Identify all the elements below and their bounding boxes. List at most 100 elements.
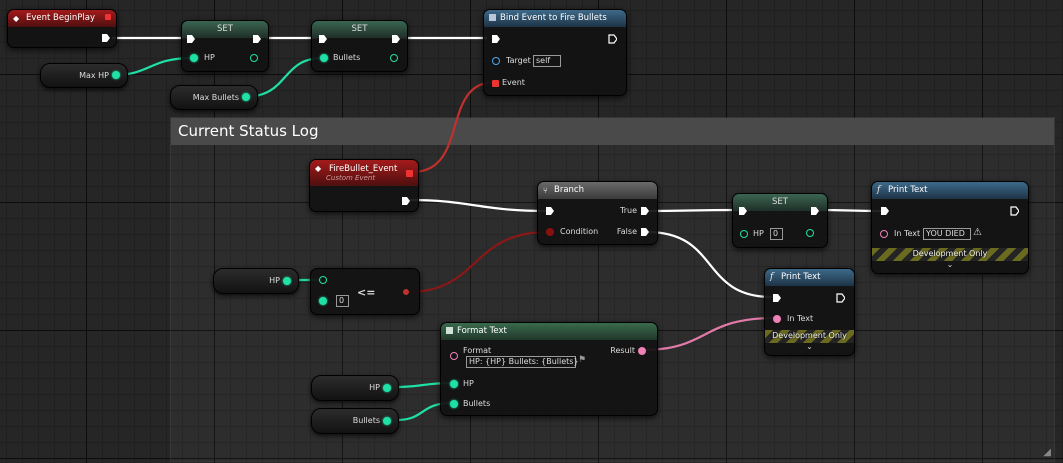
float-out-pin[interactable] — [390, 54, 398, 62]
pin-label: In Text — [787, 314, 814, 323]
exec-in-pin[interactable] — [186, 34, 195, 44]
node-title: Bind Event to Fire Bullets — [500, 13, 607, 23]
pin-label: Bullets — [333, 53, 361, 62]
exec-out-pin[interactable] — [391, 34, 400, 44]
format-text-node[interactable]: Format Text Format HP: {HP} Bullets: {Bu… — [440, 322, 658, 416]
variable-label: HP — [369, 383, 380, 392]
hp-getter-node[interactable]: HP — [213, 268, 299, 294]
print-text-node-status[interactable]: f Print Text In Text Development Only ⌄ — [764, 268, 855, 356]
hp-getter-node-2[interactable]: HP — [311, 375, 399, 401]
target-value-field[interactable]: self — [533, 55, 561, 67]
node-title: Branch — [554, 185, 584, 195]
exec-out-pin[interactable] — [101, 33, 110, 43]
pin-label: Format — [463, 346, 492, 355]
delegate-out-pin[interactable] — [406, 170, 413, 177]
node-header: Format Text — [441, 323, 657, 340]
dev-only-label: Development Only — [772, 331, 847, 340]
bool-out-pin[interactable] — [403, 289, 409, 295]
pin-label: Target — [506, 56, 531, 65]
node-title: Event BeginPlay — [26, 13, 95, 23]
node-header: Bind Event to Fire Bullets — [484, 10, 626, 27]
target-pin[interactable] — [492, 57, 500, 65]
hp-in-pin[interactable] — [450, 380, 458, 388]
operator-label: <= — [357, 286, 376, 299]
delegate-in-pin[interactable] — [492, 80, 499, 87]
exec-out-pin[interactable] — [401, 196, 410, 206]
event-beginplay-node[interactable]: ◆ Event BeginPlay — [7, 9, 117, 48]
format-string-field[interactable]: HP: {HP} Bullets: {Bullets} — [466, 356, 579, 368]
float-in-pin[interactable] — [740, 230, 748, 238]
float-in-pin-b[interactable] — [319, 297, 327, 305]
format-in-pin[interactable] — [450, 352, 458, 360]
function-icon — [446, 327, 453, 334]
expand-chevron-icon[interactable]: ⌄ — [765, 342, 854, 351]
print-text-node-died[interactable]: f Print Text In Text YOU DIED ⚠ Developm… — [871, 181, 1029, 274]
float-in-pin[interactable] — [190, 54, 198, 62]
pin-label: Result — [610, 346, 635, 355]
float-out-pin[interactable] — [112, 71, 120, 79]
max-hp-getter-node[interactable]: Max HP — [40, 63, 128, 88]
exec-in-pin[interactable] — [880, 206, 889, 216]
exec-in-pin[interactable] — [738, 206, 747, 216]
bool-wire — [407, 230, 549, 294]
string-wire — [641, 316, 776, 352]
float-in-pin[interactable] — [320, 54, 328, 62]
bullets-getter-node[interactable]: Bullets — [311, 408, 399, 434]
delegate-pin[interactable] — [105, 14, 111, 20]
set-hp-zero-node[interactable]: SET HP 0 — [732, 193, 828, 248]
result-out-pin[interactable] — [638, 347, 646, 355]
float-out-pin[interactable] — [250, 54, 258, 62]
float-out-pin[interactable] — [383, 384, 391, 392]
node-header: f Print Text — [872, 182, 1028, 199]
exec-true-pin[interactable] — [640, 206, 649, 216]
in-text-field[interactable]: YOU DIED — [923, 228, 971, 240]
node-title: Print Text — [781, 272, 821, 282]
set-bullets-node[interactable]: SET Bullets — [311, 20, 408, 72]
branch-icon: ⑂ — [543, 186, 548, 195]
exec-false-pin[interactable] — [640, 227, 649, 237]
node-title: Format Text — [457, 326, 507, 336]
set-hp-node[interactable]: SET HP — [181, 20, 269, 72]
pin-label: Condition — [560, 227, 599, 236]
exec-in-pin[interactable] — [772, 293, 781, 303]
node-header: ◆ Event BeginPlay — [8, 10, 116, 27]
pin-label: HP — [204, 53, 215, 62]
float-in-pin-a[interactable] — [319, 276, 327, 284]
flag-icon[interactable]: ⚑ — [578, 355, 586, 365]
branch-node[interactable]: ⑂ Branch True Condition False — [537, 181, 658, 245]
float-out-pin[interactable] — [242, 93, 250, 101]
exec-in-pin[interactable] — [318, 34, 327, 44]
compare-value-field[interactable]: 0 — [336, 295, 349, 307]
bullets-in-pin[interactable] — [450, 400, 458, 408]
exec-out-pin[interactable] — [608, 34, 617, 44]
firebullet-event-node[interactable]: ◆ FireBullet_Event Custom Event — [309, 159, 419, 212]
float-out-pin[interactable] — [283, 277, 291, 285]
node-title: Print Text — [888, 185, 928, 195]
exec-out-pin[interactable] — [836, 293, 845, 303]
text-in-pin[interactable] — [773, 315, 781, 323]
bool-in-pin[interactable] — [546, 228, 554, 236]
exec-in-pin[interactable] — [491, 34, 500, 44]
text-in-pin[interactable] — [880, 230, 888, 238]
exec-in-pin[interactable] — [545, 206, 554, 216]
warning-icon: ⚠ — [973, 227, 982, 238]
exec-out-pin[interactable] — [810, 206, 819, 216]
node-header: ◆ FireBullet_Event — [310, 160, 418, 186]
variable-label: Bullets — [352, 416, 380, 425]
exec-out-pin[interactable] — [1010, 206, 1019, 216]
function-icon: f — [770, 272, 774, 282]
pin-label: False — [616, 227, 637, 236]
pin-label: Event — [502, 78, 525, 87]
expand-chevron-icon[interactable]: ⌄ — [872, 260, 1028, 269]
float-out-pin[interactable] — [806, 229, 814, 237]
max-bullets-getter-node[interactable]: Max Bullets — [170, 85, 258, 110]
less-equal-node[interactable]: 0 <= — [310, 268, 420, 315]
exec-out-pin[interactable] — [252, 34, 261, 44]
hp-value-field[interactable]: 0 — [770, 228, 783, 240]
pin-label: True — [620, 206, 637, 215]
pin-label: In Text — [894, 229, 921, 238]
blueprint-graph-canvas[interactable]: Current Status Log ◢ ◆ Event BeginPlay M… — [0, 0, 1063, 463]
pin-label: HP — [463, 379, 474, 388]
float-out-pin[interactable] — [383, 417, 391, 425]
bind-event-node[interactable]: Bind Event to Fire Bullets Target self E… — [483, 9, 627, 96]
